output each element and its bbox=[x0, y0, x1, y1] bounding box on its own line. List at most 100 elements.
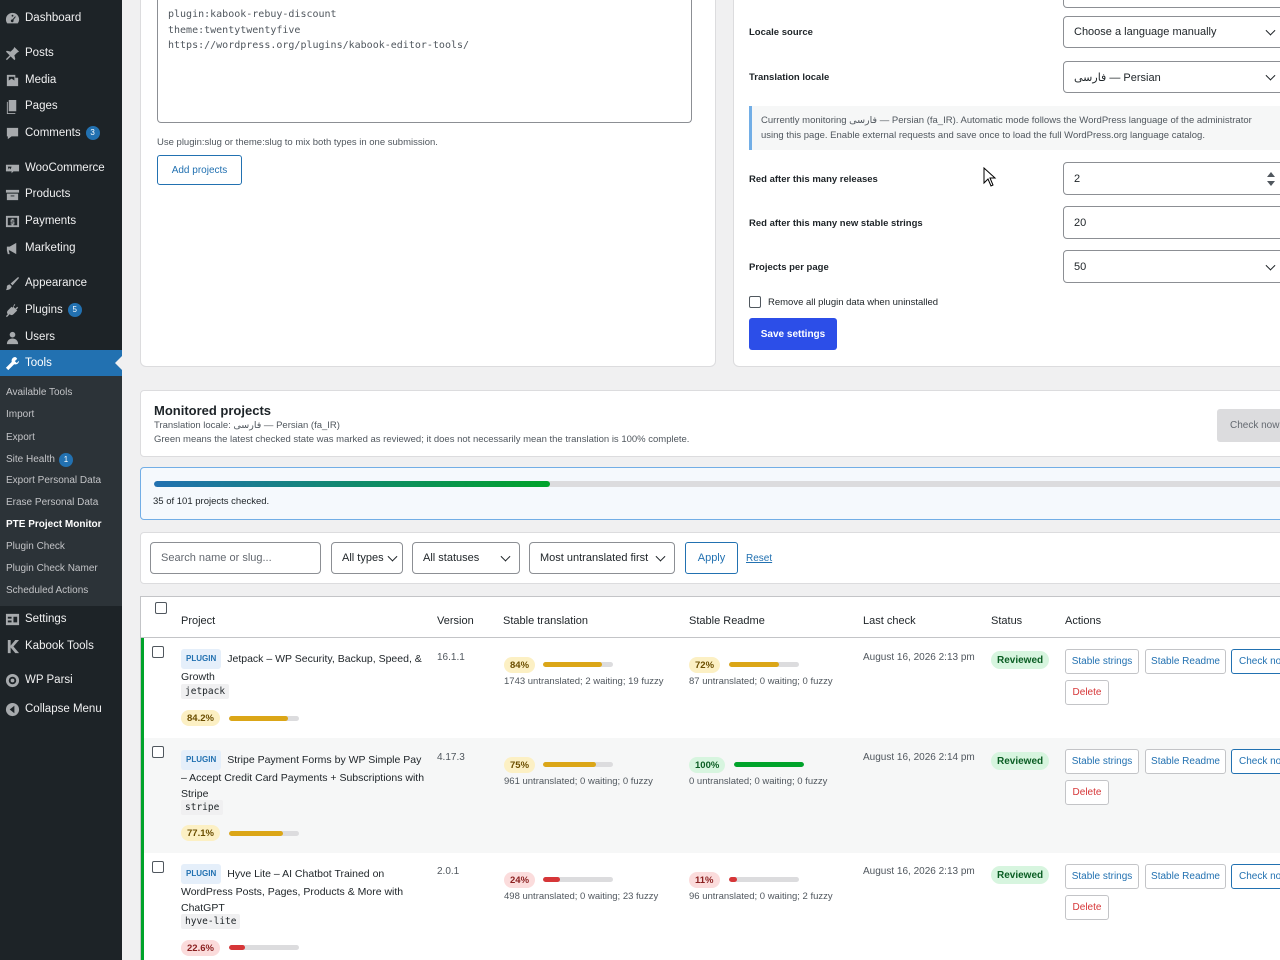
locale-source-select[interactable]: Choose a language manually bbox=[1063, 16, 1280, 48]
sort-select[interactable]: Most untranslated first bbox=[529, 542, 675, 574]
stable-readme-button[interactable]: Stable Readme bbox=[1145, 749, 1226, 774]
stable-strings-button[interactable]: Stable strings bbox=[1065, 864, 1139, 889]
menu-posts[interactable]: Posts bbox=[0, 40, 122, 66]
submenu-site-health[interactable]: Site Health 1 bbox=[6, 453, 73, 467]
menu-tools[interactable]: Tools bbox=[0, 350, 122, 376]
media-icon bbox=[4, 72, 20, 88]
type-filter-value: All types bbox=[342, 552, 384, 564]
add-projects-button[interactable]: Add projects bbox=[157, 155, 242, 185]
delete-button[interactable]: Delete bbox=[1065, 780, 1109, 805]
table-header: Project Version Stable translation Stabl… bbox=[141, 597, 1280, 638]
menu-payments[interactable]: Payments bbox=[0, 208, 122, 234]
row-checkbox[interactable] bbox=[152, 646, 164, 658]
remove-data-checkbox[interactable] bbox=[749, 296, 761, 308]
site-health-badge: 1 bbox=[58, 453, 73, 467]
readme-pill: 72% bbox=[689, 657, 721, 673]
stable-pill: 75% bbox=[504, 757, 536, 773]
submenu-plugin-check-namer[interactable]: Plugin Check Namer bbox=[6, 563, 98, 574]
status-filter-select[interactable]: All statuses bbox=[412, 542, 520, 574]
stable-readme-button[interactable]: Stable Readme bbox=[1145, 649, 1226, 674]
submenu-export-personal-data[interactable]: Export Personal Data bbox=[6, 475, 101, 486]
reviewed-accent bbox=[141, 638, 144, 738]
menu-wp-parsi[interactable]: WP Parsi bbox=[0, 667, 122, 693]
menu-appearance[interactable]: Appearance bbox=[0, 270, 122, 296]
check-now-all-button[interactable]: Check now bbox=[1217, 409, 1280, 442]
per-page-select[interactable]: 50 bbox=[1063, 250, 1280, 283]
check-progress-fill bbox=[154, 481, 550, 487]
stable-strings-button[interactable]: Stable strings bbox=[1065, 749, 1139, 774]
status-filter-value: All statuses bbox=[423, 552, 480, 564]
projects-import-textarea[interactable] bbox=[157, 0, 692, 123]
check-progress-card: 35 of 101 projects checked. bbox=[140, 467, 1280, 520]
menu-woocommerce[interactable]: WooCommerce bbox=[0, 155, 122, 181]
row-checkbox[interactable] bbox=[152, 861, 164, 873]
red-strings-value: 20 bbox=[1074, 216, 1087, 229]
menu-label: Users bbox=[25, 331, 56, 343]
project-slug: hyve-lite bbox=[181, 914, 241, 929]
project-name[interactable]: PLUGIN Jetpack – WP Security, Backup, Spe… bbox=[181, 649, 426, 685]
column-project[interactable]: Project bbox=[181, 615, 215, 627]
submenu-erase-personal-data[interactable]: Erase Personal Data bbox=[6, 497, 98, 508]
column-stable-readme[interactable]: Stable Readme bbox=[689, 615, 765, 627]
row-checkbox[interactable] bbox=[152, 746, 164, 758]
check-now-button[interactable]: Check now bbox=[1231, 864, 1280, 889]
delete-button[interactable]: Delete bbox=[1065, 680, 1109, 705]
submenu-pte-project-monitor[interactable]: PTE Project Monitor bbox=[6, 519, 102, 530]
type-filter-select[interactable]: All types bbox=[331, 542, 403, 574]
stable-strings-button[interactable]: Stable strings bbox=[1065, 649, 1139, 674]
menu-kabook-tools[interactable]: Kabook Tools bbox=[0, 633, 122, 659]
translation-locale-value: فارسی — Persian bbox=[1074, 71, 1161, 84]
comments-count-badge: 3 bbox=[85, 126, 100, 140]
submenu-scheduled-actions[interactable]: Scheduled Actions bbox=[6, 585, 88, 596]
previous-field[interactable] bbox=[1063, 0, 1280, 8]
menu-plugins[interactable]: Plugins 5 bbox=[0, 297, 122, 323]
red-releases-input[interactable]: 2 bbox=[1063, 162, 1280, 195]
select-all-checkbox[interactable] bbox=[155, 602, 167, 614]
collapse-menu-button[interactable]: Collapse Menu bbox=[0, 696, 122, 722]
apply-filters-button[interactable]: Apply bbox=[685, 542, 738, 574]
spin-up-icon[interactable] bbox=[1267, 172, 1275, 177]
column-stable-translation[interactable]: Stable translation bbox=[503, 615, 588, 627]
check-now-button[interactable]: Check now bbox=[1231, 649, 1280, 674]
delete-button[interactable]: Delete bbox=[1065, 895, 1109, 920]
spin-down-icon[interactable] bbox=[1267, 181, 1275, 186]
menu-dashboard[interactable]: Dashboard bbox=[0, 5, 122, 31]
column-version[interactable]: Version bbox=[437, 615, 474, 627]
translation-locale-label: Translation locale bbox=[749, 72, 830, 83]
chevron-down-icon bbox=[655, 551, 666, 562]
type-badge: PLUGIN bbox=[181, 864, 222, 884]
project-name[interactable]: PLUGIN Stripe Payment Forms by WP Simple … bbox=[181, 750, 426, 802]
submenu-available-tools[interactable]: Available Tools bbox=[6, 387, 72, 398]
per-page-label: Projects per page bbox=[749, 262, 829, 273]
menu-users[interactable]: Users bbox=[0, 324, 122, 350]
reset-filters-link[interactable]: Reset bbox=[746, 553, 772, 564]
project-name[interactable]: PLUGIN Hyve Lite – AI Chatbot Trained on … bbox=[181, 864, 426, 916]
column-last-check[interactable]: Last check bbox=[863, 615, 916, 627]
menu-comments[interactable]: Comments 3 bbox=[0, 120, 122, 146]
submenu-plugin-check[interactable]: Plugin Check bbox=[6, 541, 65, 552]
translation-locale-select[interactable]: فارسی — Persian bbox=[1063, 61, 1280, 93]
menu-settings[interactable]: Settings bbox=[0, 606, 122, 632]
pages-icon bbox=[4, 98, 20, 114]
red-strings-input[interactable]: 20 bbox=[1063, 206, 1280, 239]
menu-pages[interactable]: Pages bbox=[0, 93, 122, 119]
search-input[interactable]: Search name or slug... bbox=[150, 542, 321, 574]
save-settings-button[interactable]: Save settings bbox=[749, 318, 837, 350]
last-check: August 16, 2026 2:13 pm bbox=[863, 866, 975, 877]
menu-media[interactable]: Media bbox=[0, 67, 122, 93]
locale-source-label: Locale source bbox=[749, 27, 813, 38]
check-now-button[interactable]: Check now bbox=[1231, 749, 1280, 774]
submenu-import[interactable]: Import bbox=[6, 409, 34, 420]
menu-label: Dashboard bbox=[25, 12, 82, 24]
version: 4.17.3 bbox=[437, 752, 465, 763]
menu-marketing[interactable]: Marketing bbox=[0, 235, 122, 261]
menu-products[interactable]: Products bbox=[0, 181, 122, 207]
submenu-export[interactable]: Export bbox=[6, 432, 35, 443]
red-releases-label: Red after this many releases bbox=[749, 174, 878, 185]
stable-readme-button[interactable]: Stable Readme bbox=[1145, 864, 1226, 889]
menu-label: Kabook Tools bbox=[25, 640, 94, 652]
wrench-icon bbox=[4, 355, 20, 371]
reviewed-accent bbox=[141, 853, 144, 960]
menu-label: Media bbox=[25, 74, 57, 86]
overall-pill: 84.2% bbox=[181, 710, 220, 726]
